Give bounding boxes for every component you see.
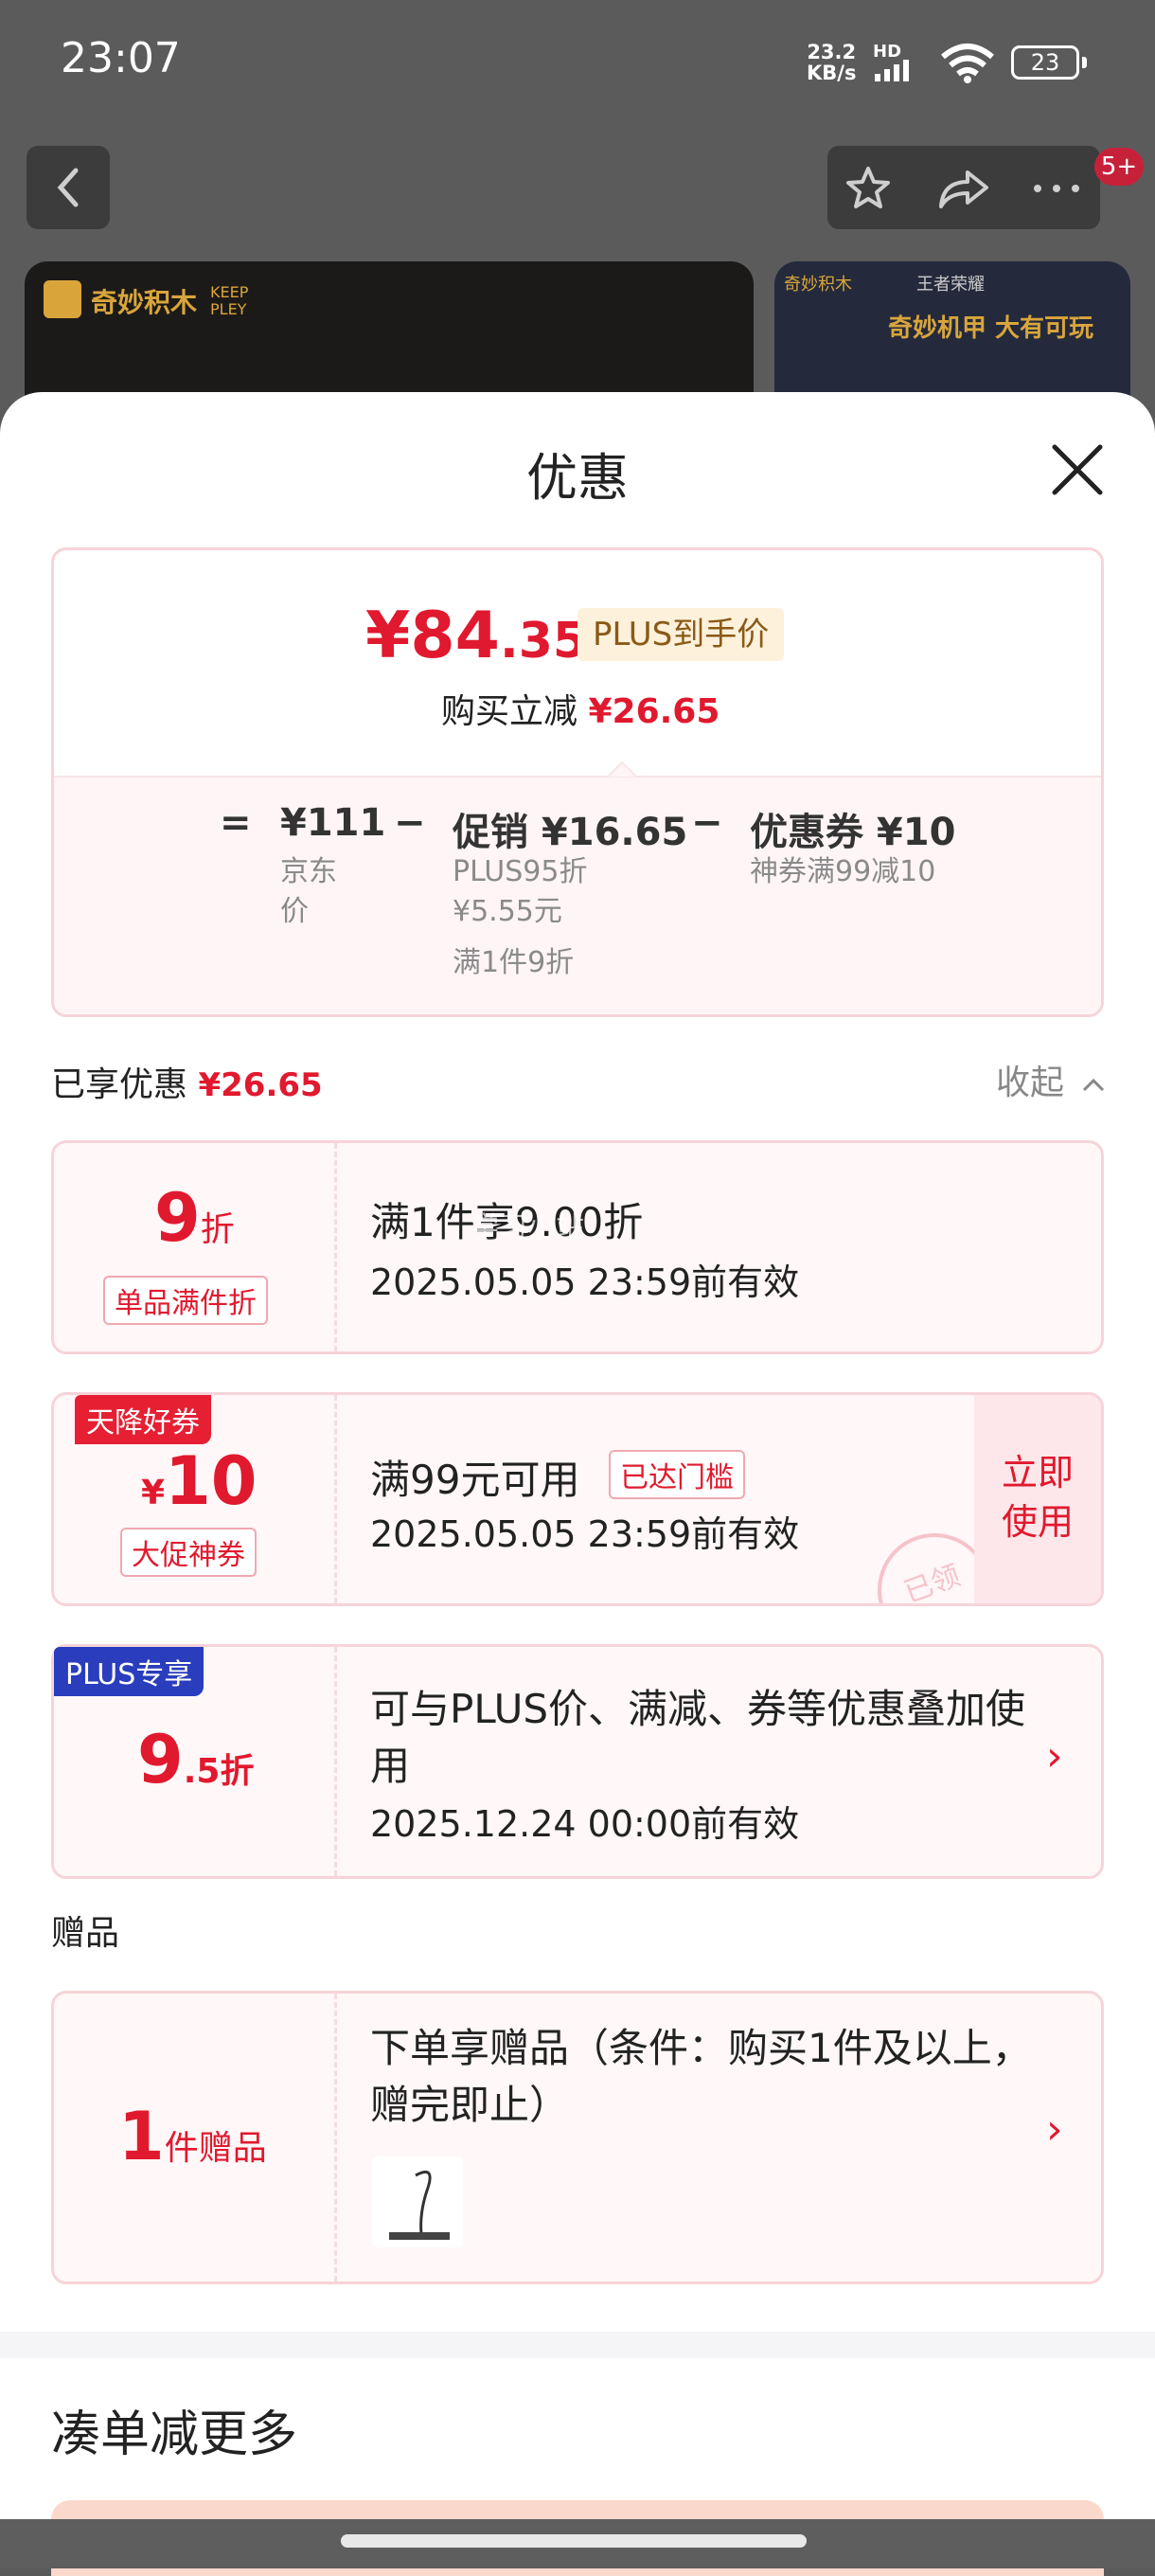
- network-speed: 23.2 KB/s: [807, 42, 856, 83]
- coupon-number: 10: [165, 1442, 258, 1520]
- card-type-pill: 单品满件折: [103, 1276, 268, 1325]
- plus-corner-tag: PLUS专享: [54, 1647, 204, 1696]
- card-divider: [334, 1143, 337, 1351]
- reduce-label: 购买立减: [441, 692, 578, 731]
- gift-thumbnail: [372, 2156, 463, 2247]
- price-int: 84: [410, 599, 500, 673]
- banner-right-slogan: 奇妙机甲 大有可玩: [888, 314, 1094, 343]
- price-currency: ¥: [365, 599, 411, 673]
- gift-unit: 件赠品: [164, 2129, 267, 2168]
- gift-number: 1: [118, 2098, 165, 2175]
- use-now-button[interactable]: 立即使用: [974, 1395, 1101, 1603]
- coupon-currency: ¥: [141, 1474, 166, 1512]
- plus-date: 2025.12.24 00:00前有效: [370, 1803, 800, 1845]
- promo-sub-discount: 满1件9折: [453, 946, 575, 979]
- card-value: 9折: [154, 1179, 235, 1257]
- battery-tip: [1082, 57, 1087, 68]
- coupon-title: 满99元可用: [370, 1457, 580, 1503]
- promo-sub-amount: ¥5.55元: [453, 895, 562, 928]
- banner-left-sub: KEEP PLEY: [210, 283, 249, 318]
- section-separator: [0, 2332, 1155, 2358]
- threshold-tag: 已达门槛: [609, 1450, 745, 1499]
- network-speed-value: 23.2: [807, 41, 857, 63]
- instant-reduction: 购买立减 ¥26.65: [441, 684, 720, 733]
- use-now-label: 立即使用: [1001, 1452, 1074, 1543]
- notification-badge: 5+: [1094, 148, 1144, 186]
- collapse-label: 收起: [996, 1064, 1065, 1102]
- action-bar: [827, 146, 1100, 229]
- card-divider: [334, 1647, 337, 1876]
- card-value-unit: 折: [200, 1210, 235, 1249]
- enjoyed-amount: ¥26.65: [198, 1066, 323, 1104]
- minus-sign-1: −: [394, 801, 426, 845]
- plus-unit: .5折: [183, 1752, 255, 1791]
- coupon-card: 天降好券 ¥10 大促神券 满99元可用 已达门槛 2025.05.05 23:…: [51, 1392, 1104, 1606]
- promo-sub-plus: PLUS95折: [453, 855, 588, 888]
- more-deals-title: 凑单减更多: [51, 2406, 298, 2463]
- coupon-type-pill: 大促神券: [120, 1528, 257, 1577]
- display-stand-icon: [389, 2171, 450, 2240]
- watermark-text: 学习小站: [471, 1211, 584, 1244]
- banner-left-brand: 奇妙积木: [91, 287, 198, 318]
- plus-value: 9.5折: [137, 1721, 254, 1798]
- enjoyed-discounts: 已享优惠 ¥26.65: [51, 1057, 323, 1106]
- close-icon[interactable]: [1047, 439, 1108, 500]
- pointer-arrow: [607, 760, 637, 778]
- plus-price-tag: PLUS到手价: [578, 608, 785, 661]
- coupon-amount: 优惠券 ¥10: [750, 811, 956, 854]
- chevron-left-icon: [57, 168, 79, 207]
- back-button[interactable]: [27, 146, 110, 229]
- chevron-right-icon: ›: [1046, 2105, 1063, 2154]
- jd-price: ¥111: [280, 801, 386, 845]
- network-speed-unit: KB/s: [807, 62, 857, 84]
- coupon-date: 2025.05.05 23:59前有效: [370, 1513, 800, 1555]
- more-icon[interactable]: [1030, 182, 1083, 195]
- card-date: 2025.05.05 23:59前有效: [370, 1261, 800, 1303]
- card-divider: [334, 1395, 337, 1603]
- enjoyed-label: 已享优惠: [51, 1065, 188, 1104]
- chevron-up-icon: [1083, 1078, 1105, 1092]
- coupon-corner-tag: 天降好券: [75, 1395, 211, 1444]
- battery-indicator: 23: [1011, 45, 1079, 80]
- plus-number: 9: [137, 1721, 184, 1798]
- share-icon[interactable]: [937, 165, 990, 212]
- signal-icon: [875, 60, 909, 81]
- gift-section-label: 赠品: [51, 1914, 120, 1953]
- equals-sign: =: [220, 801, 252, 845]
- card-divider: [334, 1994, 337, 2281]
- plus-title: 可与PLUS价、满减、券等优惠叠加使用: [370, 1686, 1026, 1789]
- minus-sign-2: −: [691, 801, 723, 845]
- price-dec: .35: [499, 613, 588, 670]
- coupon-value: ¥10: [141, 1442, 257, 1520]
- gift-value: 1件赠品: [118, 2098, 267, 2175]
- collapse-toggle[interactable]: 收起: [996, 1055, 1107, 1104]
- sheet-title: 优惠: [526, 448, 629, 508]
- discount-card-percent: 9折 单品满件折 满1件享9.00折 2025.05.05 23:59前有效 学…: [51, 1140, 1104, 1354]
- gift-title: 下单享赠品（条件：购买1件及以上，赠完即止）: [370, 2025, 1032, 2128]
- wifi-icon: [941, 44, 994, 83]
- card-value-number: 9: [154, 1179, 201, 1257]
- coupon-sub: 神券满99减10: [750, 855, 936, 888]
- banner-right-brand: 奇妙积木: [784, 275, 852, 295]
- plus-discount-card[interactable]: PLUS专享 9.5折 可与PLUS价、满减、券等优惠叠加使用 2025.12.…: [51, 1644, 1104, 1879]
- chevron-right-icon: ›: [1046, 1732, 1063, 1780]
- home-indicator[interactable]: [341, 2534, 807, 2548]
- brand-logo-icon: [44, 280, 81, 318]
- promo-amount: 促销 ¥16.65: [453, 811, 688, 854]
- status-time: 23:07: [61, 34, 181, 82]
- gift-card[interactable]: 1件赠品 下单享赠品（条件：购买1件及以上，赠完即止） ›: [51, 1991, 1104, 2284]
- banner-right-co: 王者荣耀: [916, 275, 985, 295]
- jd-price-label: 京东价: [280, 855, 337, 928]
- reduce-amount: ¥26.65: [588, 692, 720, 731]
- star-icon[interactable]: [844, 165, 892, 212]
- final-price: ¥84.35: [365, 599, 587, 673]
